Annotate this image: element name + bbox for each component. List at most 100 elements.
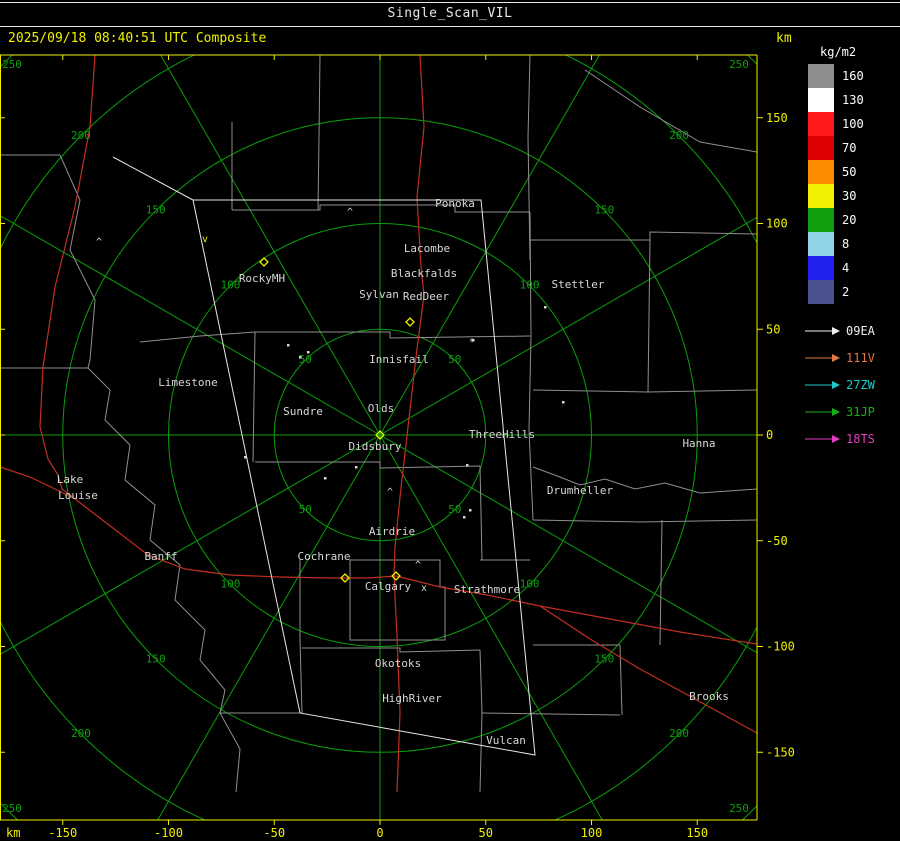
colorbar-swatch — [808, 208, 834, 232]
range-ring-label: 100 — [520, 278, 540, 291]
colorbar-swatch — [808, 256, 834, 280]
station-legend-row: 27ZW — [804, 371, 875, 398]
town-label: Lake — [57, 473, 84, 486]
town-label: Calgary — [365, 580, 412, 593]
town-dot-marker — [562, 401, 565, 404]
colorbar-entry: 160 — [808, 64, 876, 88]
station-legend-row: 18TS — [804, 425, 875, 452]
range-ring-label: 150 — [594, 204, 614, 217]
range-ring-label: 250 — [729, 58, 749, 71]
map-glyph-cross: x — [421, 583, 427, 594]
title-divider-top — [0, 2, 900, 3]
county-boundary — [255, 331, 531, 339]
bottom-tick-label: 150 — [686, 826, 708, 840]
bottom-axis-unit-label: km — [6, 826, 20, 840]
colorbar-swatch — [808, 64, 834, 88]
range-ring-label: 150 — [146, 204, 166, 217]
town-label: Sylvan — [359, 288, 399, 301]
colorbar-entry: 8 — [808, 232, 876, 256]
range-ring-label: 50 — [299, 503, 312, 516]
town-dot-marker — [299, 356, 302, 359]
map-glyph-asterisk: * — [469, 337, 475, 348]
county-boundary — [481, 712, 621, 716]
town-label: Strathmore — [454, 583, 520, 596]
county-boundary — [299, 560, 303, 714]
map-glyph-caret: ^ — [96, 237, 102, 248]
station-diamond-marker — [405, 317, 415, 327]
range-ring-label: 200 — [669, 727, 689, 740]
colorbar-scale: 160 130 100 70 50 30 20 8 4 2 — [808, 64, 876, 304]
colorbar-value-label: 70 — [842, 141, 857, 155]
azimuth-spoke — [379, 434, 757, 654]
town-dot-marker — [287, 344, 290, 347]
colorbar-swatch — [808, 184, 834, 208]
radar-map[interactable]: 50 50 50 50 100 100 100 100 150 150 150 150 200 200 20… — [0, 27, 800, 841]
town-dot-marker — [307, 351, 310, 354]
county-boundary — [139, 331, 256, 343]
colorbar-swatch — [808, 232, 834, 256]
range-ring-label: 250 — [2, 58, 22, 71]
right-tick-label: -100 — [766, 640, 795, 654]
county-boundary — [619, 644, 623, 716]
county-boundary — [255, 461, 481, 469]
range-ring-label: 100 — [520, 578, 540, 591]
town-label: Hanna — [682, 437, 715, 450]
map-glyph-caret: ^ — [347, 207, 353, 218]
town-dot-marker — [355, 466, 358, 469]
town-dot-marker — [466, 464, 469, 467]
right-tick-label: 100 — [766, 217, 788, 231]
window-title: Single_Scan_VIL — [387, 6, 513, 21]
town-label: RockyMH — [239, 272, 285, 285]
town-label: RedDeer — [403, 290, 450, 303]
station-id-label: 111V — [846, 350, 875, 365]
colorbar-value-label: 4 — [842, 261, 850, 275]
colorbar-value-label: 30 — [842, 189, 857, 203]
colorbar-value-label: 8 — [842, 237, 850, 251]
range-ring-label: 100 — [221, 278, 241, 291]
range-ring-label: 250 — [729, 802, 749, 815]
county-boundary — [252, 331, 256, 463]
colorbar-value-label: 130 — [842, 93, 864, 107]
colorbar-swatch — [808, 112, 834, 136]
range-ring-label: 200 — [71, 727, 91, 740]
right-tick-label: 150 — [766, 111, 788, 125]
map-glyph-caret: ^ — [387, 487, 393, 498]
county-boundary — [349, 559, 446, 641]
colorbar-value-label: 2 — [842, 285, 850, 299]
timestamp-label: 2025/09/18 08:40:51 UTC Composite — [8, 31, 267, 46]
county-boundary — [530, 231, 757, 241]
town-label: Vulcan — [486, 734, 526, 747]
town-label: Limestone — [158, 376, 218, 389]
town-dot-marker — [544, 306, 547, 309]
bottom-tick-label: 100 — [581, 826, 603, 840]
radar-application: { "window": { "title": "Single_Scan_VIL"… — [0, 0, 900, 841]
colorbar-swatch — [808, 280, 834, 304]
range-ring-label: 50 — [448, 503, 461, 516]
bottom-tick-label: -150 — [48, 826, 77, 840]
range-ring-label: 200 — [71, 129, 91, 142]
county-boundary — [647, 239, 651, 393]
colorbar-entry: 30 — [808, 184, 876, 208]
station-arrow-icon — [805, 353, 840, 362]
azimuth-spoke — [160, 55, 381, 436]
colorbar-entry: 100 — [808, 112, 876, 136]
county-boundary — [532, 519, 757, 523]
county-boundary — [317, 55, 321, 211]
colorbar-swatch — [808, 136, 834, 160]
map-layers: 50 50 50 50 100 100 100 100 150 150 150 150 200 200 20… — [0, 55, 757, 820]
town-label: Ponoka — [435, 197, 475, 210]
station-legend-row: 111V — [804, 344, 875, 371]
colorbar-entry: 4 — [808, 256, 876, 280]
station-id-label: 27ZW — [846, 377, 875, 392]
bottom-tick-label: -100 — [154, 826, 183, 840]
town-label: Sundre — [283, 405, 323, 418]
town-label: Blackfalds — [391, 267, 457, 280]
county-boundary — [479, 649, 483, 793]
title-bar: Single_Scan_VIL — [0, 0, 900, 27]
highway — [39, 55, 96, 500]
radar-coverage-outline — [112, 156, 536, 756]
azimuth-spoke — [379, 55, 600, 436]
right-tick-label: 50 — [766, 322, 780, 336]
station-arrow-icon — [805, 434, 840, 443]
station-arrow-icon — [805, 326, 840, 335]
